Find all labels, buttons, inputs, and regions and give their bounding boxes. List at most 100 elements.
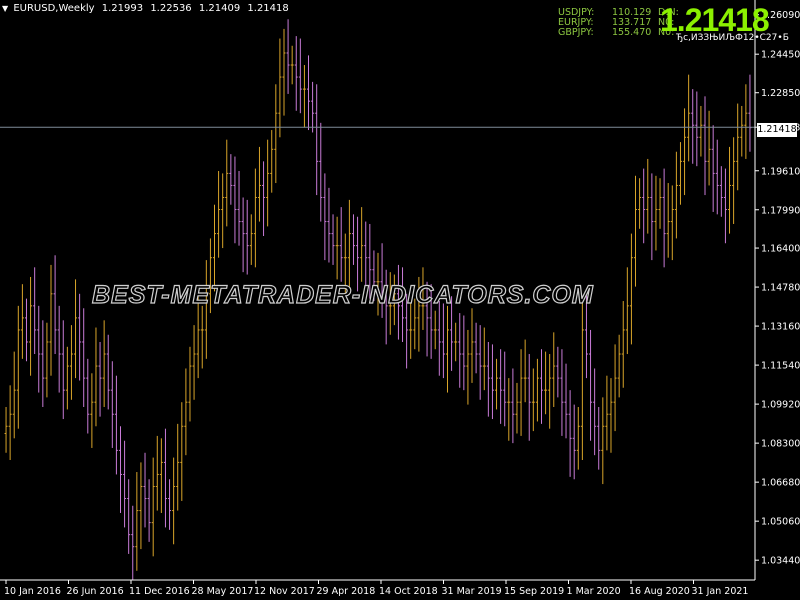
price-bar [331,214,335,265]
price-bar [135,472,139,571]
dropdown-arrow-icon[interactable]: ▼ [2,4,8,13]
price-bar [155,435,159,511]
price-bar [118,426,122,513]
price-bar [106,334,110,410]
x-tick-label: 14 Oct 2018 [379,586,438,597]
price-bar [82,308,86,408]
y-tick-label: 1.08300 [761,439,800,450]
price-bar [593,368,597,456]
price-bar [580,301,584,460]
price-bar [323,173,327,261]
price-bar [703,96,707,196]
price-bar [307,55,311,131]
price-bar [597,407,601,470]
price-bar [629,233,633,345]
price-bar [225,139,229,227]
x-tick-label: 16 Aug 2020 [629,586,690,597]
price-bar [678,142,682,205]
y-tick-label: 1.11540 [761,361,800,372]
price-bar [654,175,658,251]
x-axis-ticks: 10 Jan 2016 26 Jun 2016 11 Dec 2016 28 May … [4,580,748,597]
price-bar [707,110,711,186]
price-bar [748,74,752,152]
current-price-tag: 1.21418 [757,123,797,137]
price-bar [670,185,674,261]
price-bar [503,351,507,427]
price-bar [180,402,184,501]
price-bar [86,358,90,434]
price-bar [114,375,118,475]
price-bar [286,19,290,94]
x-tick-label: 15 Sep 2019 [504,586,564,597]
price-bar [576,407,580,470]
price-bar [642,168,646,244]
y-axis-ticks: 1.260901.244501.228501.214181.196101.179… [755,10,800,567]
price-bar [601,397,605,485]
price-bar [110,361,114,448]
indicator-note: Ђс,ИЗЗЊИЉФ12•С27•Б [676,33,789,43]
price-bar [245,199,249,275]
price-bar [274,84,278,184]
price-bar [335,216,339,280]
price-bar [666,183,670,258]
y-tick-label: 1.17990 [761,205,800,216]
price-bar [217,170,221,258]
price-bar [564,363,568,439]
price-bar [474,322,478,374]
price-bar [695,91,699,167]
price-bar [143,452,147,528]
price-bar [270,130,274,193]
price-bar [29,276,33,376]
price-bar [98,341,102,417]
price-bar [691,89,695,164]
y-tick-label: 1.19610 [761,166,800,177]
price-bar [486,341,490,417]
price-bar [662,168,666,268]
price-bar [621,301,625,388]
price-bar [723,168,727,244]
x-tick-label: 1 Mar 2020 [567,586,621,597]
price-bar [53,255,57,355]
price-bar [229,154,233,205]
x-tick-label: 31 Mar 2019 [442,586,502,597]
price-bar [78,293,82,381]
price-bar [683,108,687,196]
ohlc-close: 1.21418 [247,3,289,14]
price-bar [523,339,527,403]
price-bar [740,105,744,157]
price-bar [163,428,167,528]
price-bar [605,375,609,451]
chart-window[interactable]: 1.260901.244501.228501.214181.196101.179… [0,0,800,600]
price-bar [33,267,37,355]
price-bar [127,479,131,554]
price-bar [49,264,53,376]
price-bar [168,479,172,530]
price-bar [445,305,449,393]
ohlc-high: 1.22536 [150,3,192,14]
price-bar [732,137,736,224]
price-bar [57,305,61,393]
x-tick-label: 29 Apr 2018 [317,586,376,597]
price-bar [515,382,519,434]
price-bar [94,327,98,427]
price-bar [315,84,319,196]
price-bar [213,204,217,292]
ohlc-open: 1.21993 [101,3,144,14]
price-bar [45,322,49,398]
price-bar [519,349,523,436]
price-bar [339,207,343,282]
price-bar [548,354,552,429]
price-bar [123,440,127,528]
price-bar [159,438,163,513]
chart-title-bar: ▼ EURUSD,Weekly 1.21993 1.22536 1.21409 … [2,3,293,14]
price-bar [511,368,515,444]
price-bar [719,166,723,217]
price-bar [69,325,73,400]
price-bar [4,407,8,453]
price-bar [711,125,715,212]
price-bar [257,146,261,222]
symbol-timeframe: EURUSD,Weekly [13,3,95,14]
price-bar [699,105,703,157]
x-tick-label: 31 Jan 2021 [692,586,749,597]
price-bar [241,197,245,273]
